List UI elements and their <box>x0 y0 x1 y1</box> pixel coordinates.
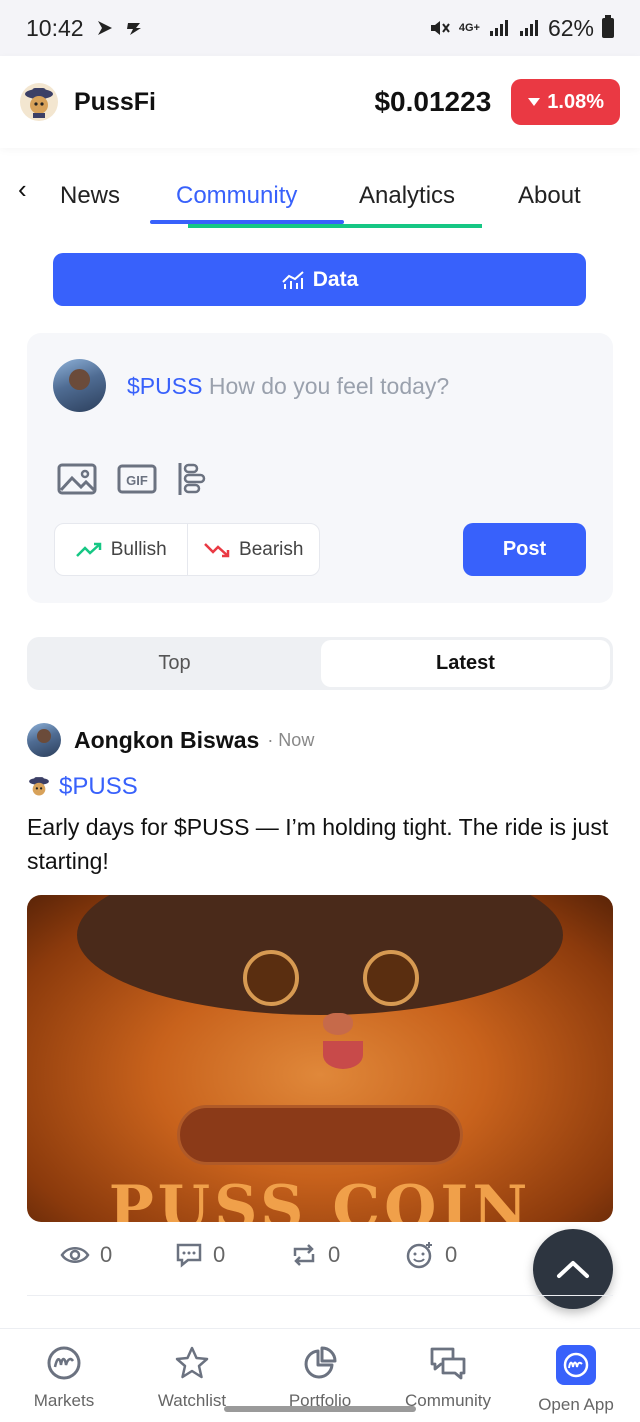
section-tabs: ‹ News Community Analytics About <box>0 166 640 228</box>
status-bar: 10:42 4G+ 62% <box>0 0 640 56</box>
nav-markets[interactable]: Markets <box>0 1329 128 1422</box>
tab-analytics[interactable]: Analytics <box>359 182 455 210</box>
repost-count: 0 <box>328 1242 341 1267</box>
nav-markets-label: Markets <box>33 1391 95 1410</box>
caret-down-icon <box>528 98 541 106</box>
tab-about[interactable]: About <box>518 182 581 210</box>
star-icon <box>175 1346 209 1379</box>
views-stat[interactable]: 0 <box>60 1238 175 1272</box>
sentiment-bar-peek <box>60 224 590 230</box>
post-stats: 0 0 0 0 <box>60 1238 520 1272</box>
nav-watchlist-label: Watchlist <box>157 1391 227 1410</box>
coin-name: PussFi <box>74 87 156 116</box>
tab-community[interactable]: Community <box>176 182 297 210</box>
pussfi-logo <box>20 83 58 121</box>
repost-stat[interactable]: 0 <box>290 1238 405 1272</box>
post-header: Aongkon Biswas · Now <box>27 722 314 758</box>
comments-stat[interactable]: 0 <box>175 1238 290 1272</box>
comment-icon <box>176 1243 202 1268</box>
tab-news[interactable]: News <box>60 182 120 210</box>
data-button[interactable]: Data <box>53 253 586 306</box>
post-body: Early days for $PUSS — I’m holding tight… <box>27 814 609 874</box>
image-icon[interactable] <box>57 463 97 495</box>
battery-icon <box>602 15 614 38</box>
price-change-badge: 1.08% <box>511 79 620 125</box>
image-caption-text: PUSS COIN <box>108 1173 532 1222</box>
post-ticker-tag[interactable]: $PUSS <box>27 773 138 801</box>
home-indicator <box>224 1406 416 1412</box>
bullish-label: Bullish <box>110 538 167 560</box>
post-time: · Now <box>267 729 315 750</box>
signal-icon-2 <box>519 20 538 36</box>
signal-icon <box>489 20 508 36</box>
battery-percent: 62% <box>547 14 594 41</box>
composer-placeholder: How do you feel today? <box>208 373 450 399</box>
bullish-button[interactable]: Bullish <box>55 524 187 575</box>
composer-ticker: $PUSS <box>127 373 203 399</box>
sort-latest[interactable]: Latest <box>321 640 610 687</box>
mute-icon <box>430 21 450 35</box>
composer-input[interactable]: $PUSS How do you feel today? <box>127 373 449 400</box>
chevron-up-icon <box>557 1261 589 1278</box>
chart-icon <box>282 270 304 289</box>
pie-chart-icon <box>304 1346 337 1379</box>
poll-icon[interactable] <box>177 461 207 497</box>
nav-open-app-label: Open App <box>538 1395 614 1414</box>
add-reaction-icon <box>406 1242 432 1269</box>
svg-text:GIF: GIF <box>126 473 148 488</box>
views-count: 0 <box>100 1242 113 1267</box>
reaction-count: 0 <box>445 1242 458 1267</box>
markets-icon <box>47 1346 81 1380</box>
data-button-label: Data <box>312 267 359 291</box>
scroll-to-top-button[interactable] <box>533 1229 613 1309</box>
sentiment-selector: Bullish Bearish <box>54 523 320 576</box>
coin-header: PussFi $0.01223 1.08% <box>0 56 640 148</box>
navigation-icon <box>97 21 112 35</box>
post-author[interactable]: Aongkon Biswas <box>74 727 259 754</box>
sort-top[interactable]: Top <box>30 640 319 687</box>
author-avatar[interactable] <box>27 723 61 757</box>
open-app-icon <box>556 1345 596 1385</box>
nav-community-label: Community <box>405 1391 491 1410</box>
pussfi-coin-icon <box>29 777 49 796</box>
chat-bubbles-icon <box>430 1347 466 1380</box>
nav-open-app[interactable]: Open App <box>512 1329 640 1422</box>
trend-down-icon <box>204 542 230 557</box>
app-notification-icon <box>126 23 141 35</box>
comments-count: 0 <box>213 1242 226 1267</box>
post-divider <box>27 1295 613 1296</box>
post-composer: $PUSS How do you feel today? GIF Bullish… <box>27 333 613 603</box>
reaction-stat[interactable]: 0 <box>405 1238 520 1272</box>
bearish-label: Bearish <box>239 538 304 560</box>
status-time: 10:42 <box>26 14 84 41</box>
price-change-value: 1.08% <box>547 90 604 113</box>
post-ticker-label: $PUSS <box>59 773 138 800</box>
coin-price: $0.01223 <box>374 86 492 117</box>
repost-icon <box>293 1244 315 1266</box>
scroll-left-icon[interactable]: ‹ <box>18 174 27 205</box>
eye-icon <box>60 1247 90 1263</box>
bearish-button[interactable]: Bearish <box>186 524 320 575</box>
trend-up-icon <box>75 542 101 557</box>
gif-icon[interactable]: GIF <box>117 464 157 494</box>
post-image[interactable]: PUSS COIN <box>27 895 613 1222</box>
post-button[interactable]: Post <box>463 523 586 576</box>
network-type: 4G+ <box>458 22 480 34</box>
feed-sort-toggle: Top Latest <box>27 637 613 690</box>
user-avatar <box>53 359 106 412</box>
